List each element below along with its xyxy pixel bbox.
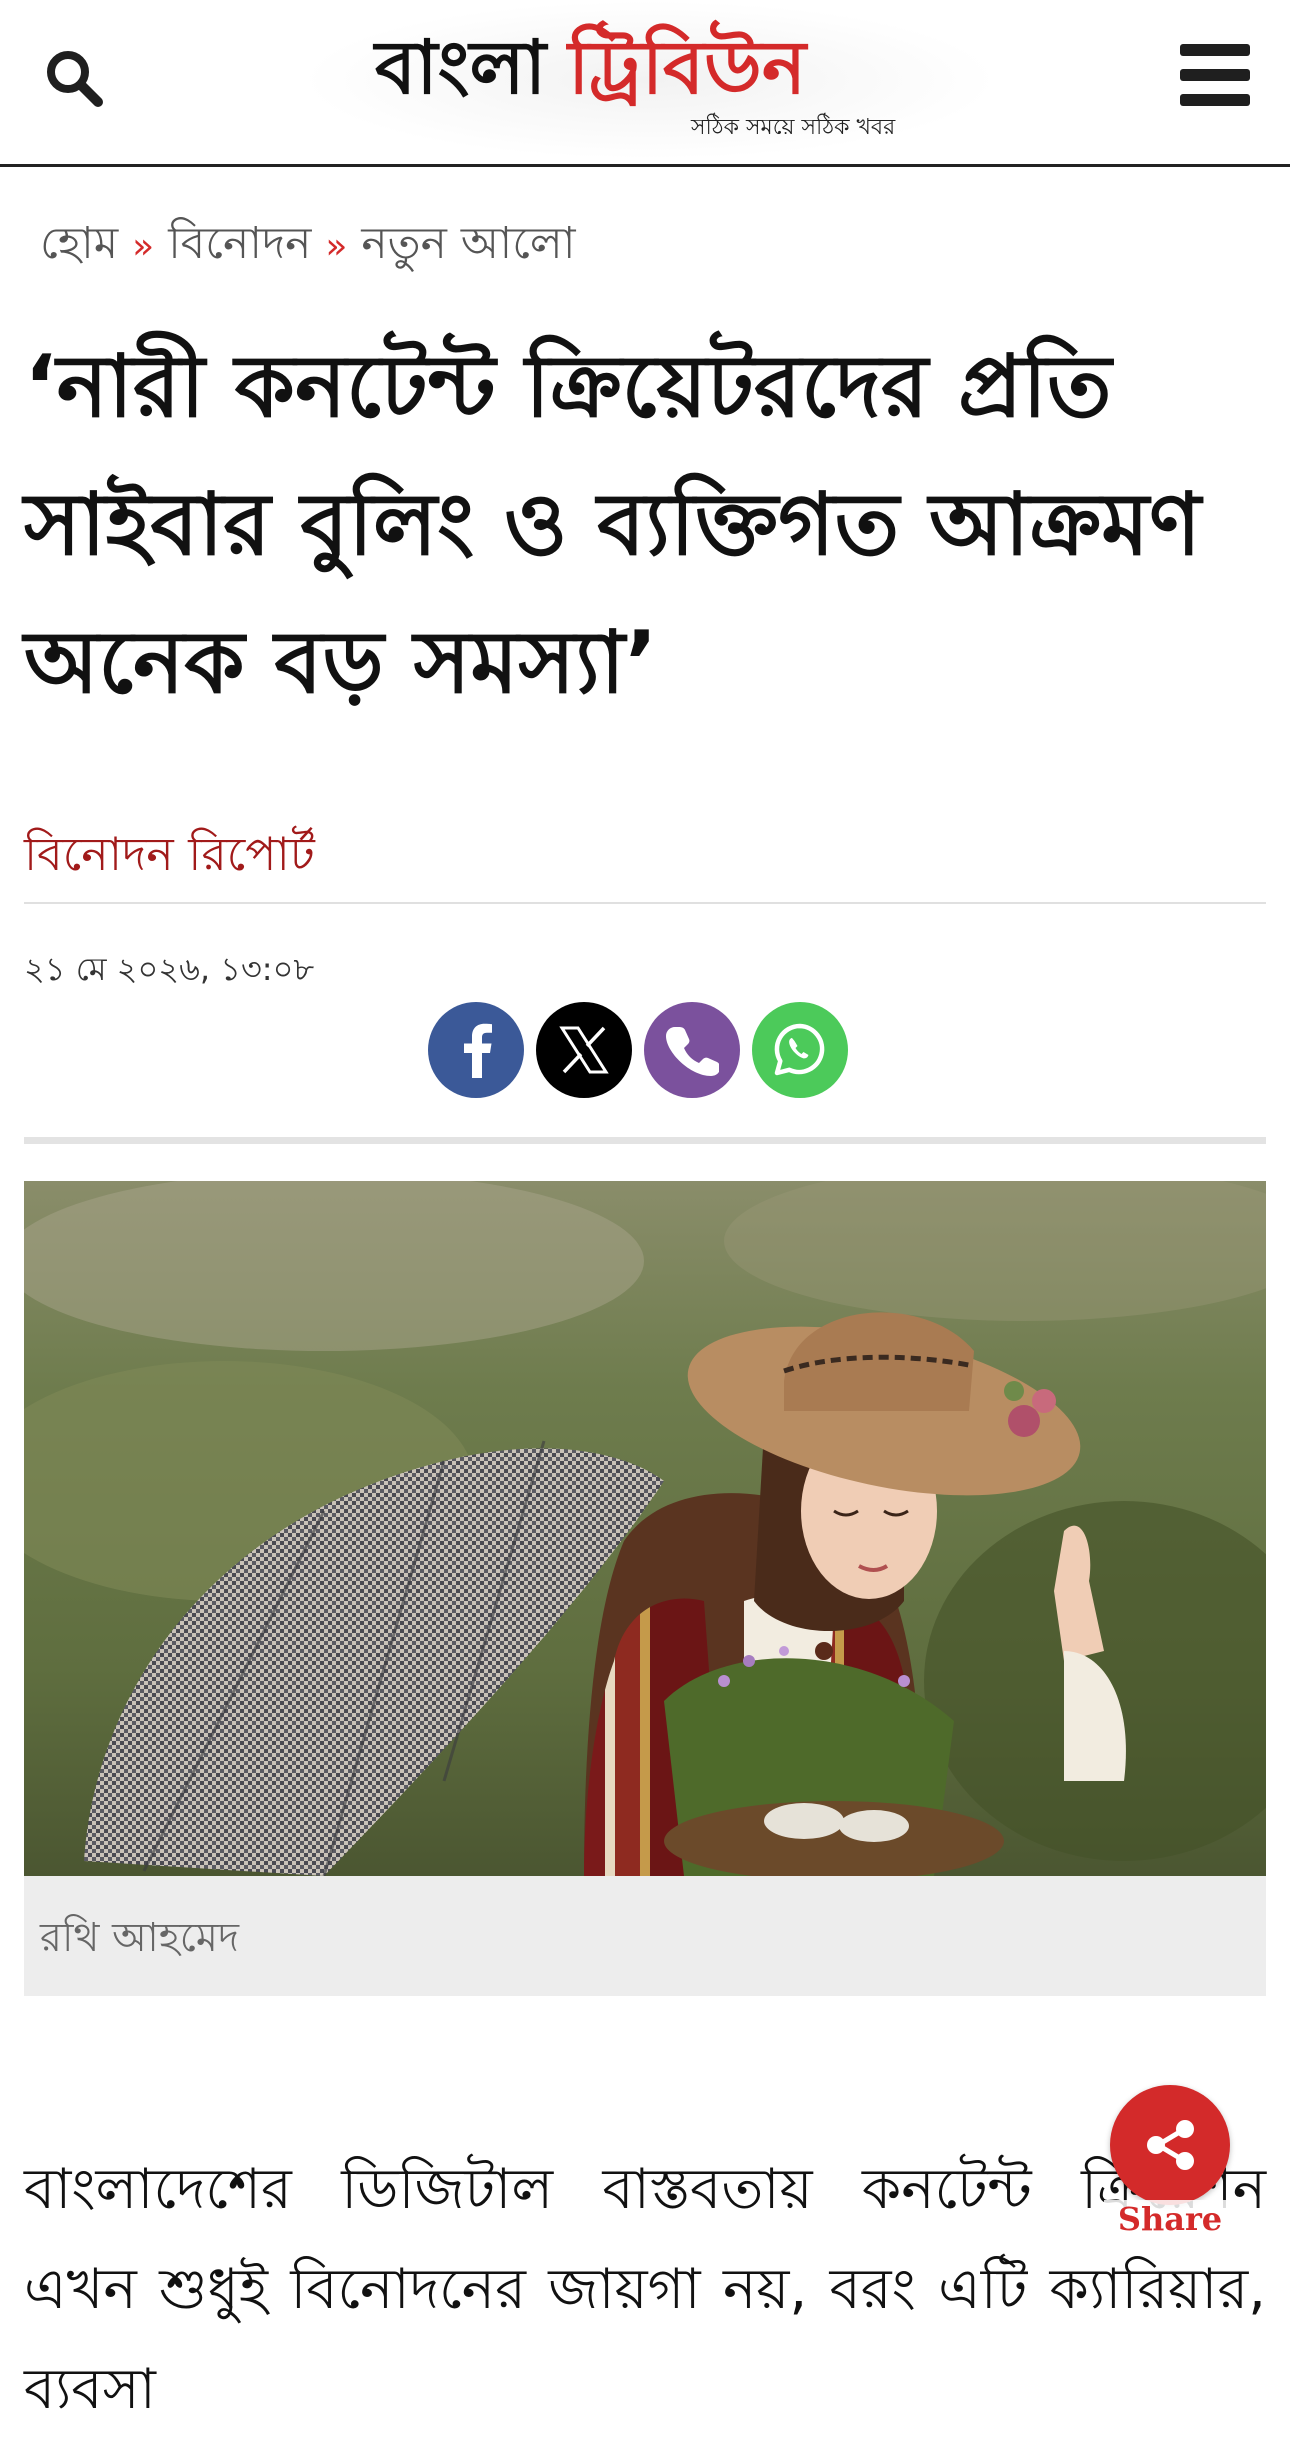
phone-icon xyxy=(666,1027,719,1076)
breadcrumb-new-light[interactable]: নতুন আলো xyxy=(361,218,575,269)
share-icon xyxy=(1147,2120,1194,2170)
site-logo[interactable]: বাংলা ট্রিবিউন সঠিক সময়ে সঠিক খবর xyxy=(375,18,915,142)
breadcrumb-separator: » xyxy=(132,226,155,267)
viber-share-button[interactable] xyxy=(644,1002,740,1098)
menu-bar-middle xyxy=(1180,69,1250,81)
logo-text-bangla: বাংলা xyxy=(375,25,547,111)
article-body: বাংলাদেশের ডিজিটাল বাস্তবতায় কনটেন্ট ক্… xyxy=(24,2157,1266,2422)
whatsapp-share-button[interactable] xyxy=(752,1002,848,1098)
share-buttons xyxy=(428,1002,858,1098)
article-photo xyxy=(24,1181,1266,1876)
floating-share-button[interactable] xyxy=(1110,2085,1230,2205)
image-caption: রথি আহমেদ xyxy=(40,1915,240,1961)
image-caption-box: রথি আহমেদ xyxy=(24,1876,1266,1996)
logo-text-tribune: ট্রিবিউন xyxy=(568,25,806,111)
breadcrumb: হোম » বিনোদন » নতুন আলো xyxy=(40,210,575,283)
hamburger-menu-button[interactable] xyxy=(1180,44,1250,106)
x-share-button[interactable] xyxy=(536,1002,632,1098)
whatsapp-icon xyxy=(774,1023,825,1076)
breadcrumb-entertainment[interactable]: বিনোদন xyxy=(168,218,311,269)
breadcrumb-separator: » xyxy=(325,226,348,267)
article-author[interactable]: বিনোদন রিপোর্ট xyxy=(24,820,315,896)
divider xyxy=(24,902,1266,904)
article-headline: ‘নারী কনটেন্ট ক্রিয়েটরদের প্রতি সাইবার … xyxy=(24,337,1202,713)
search-icon xyxy=(47,51,103,107)
logo-tagline: সঠিক সময়ে সঠিক খবর xyxy=(691,115,896,140)
facebook-share-button[interactable] xyxy=(428,1002,524,1098)
breadcrumb-home[interactable]: হোম xyxy=(40,218,118,269)
menu-bar-bottom xyxy=(1180,94,1250,106)
divider-thick xyxy=(24,1137,1266,1144)
article-date: ২১ মে ২০২৬, ১৩:০৮ xyxy=(24,950,315,988)
site-header: বাংলা ট্রিবিউন সঠিক সময়ে সঠিক খবর xyxy=(0,0,1290,167)
search-button[interactable] xyxy=(44,48,104,108)
x-icon xyxy=(559,1026,609,1074)
facebook-icon xyxy=(464,1023,492,1078)
menu-bar-top xyxy=(1180,44,1250,56)
floating-share-label[interactable]: Share xyxy=(1104,2200,1236,2238)
photo-woman-with-hat-and-umbrella xyxy=(24,1181,1266,1876)
